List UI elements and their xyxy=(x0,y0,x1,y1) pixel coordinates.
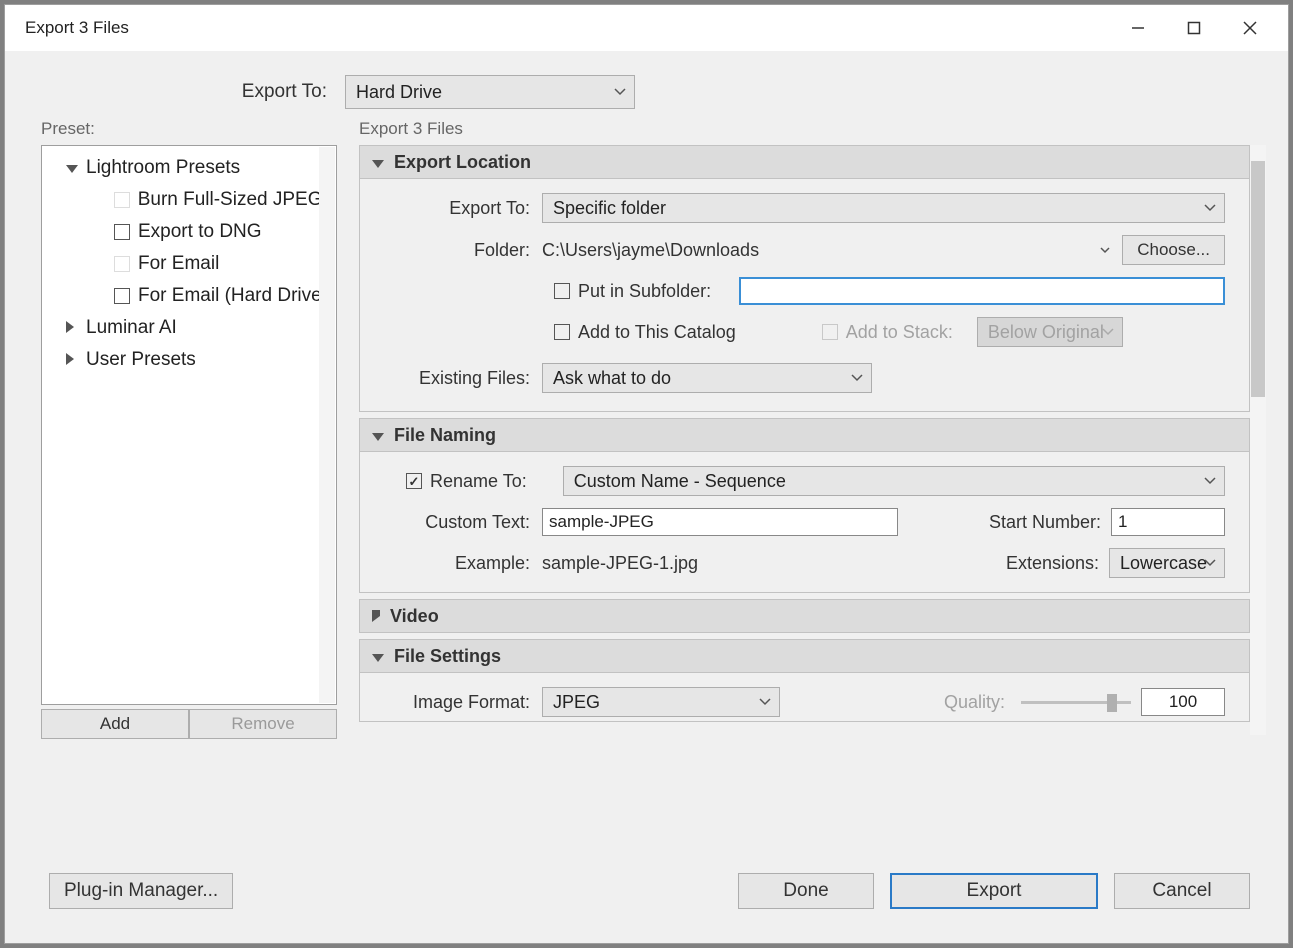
section-file-settings-body: Image Format: JPEG Quality: xyxy=(359,673,1250,722)
chevron-down-icon xyxy=(1204,204,1216,212)
window-title: Export 3 Files xyxy=(25,18,1110,38)
stack-select: Below Original xyxy=(977,317,1123,347)
put-subfolder-label: Put in Subfolder: xyxy=(578,281,711,302)
close-button[interactable] xyxy=(1222,5,1278,51)
checkbox-icon[interactable] xyxy=(114,224,130,240)
section-export-location-body: Export To: Specific folder Folder: C:\Us… xyxy=(359,179,1250,412)
subfolder-input[interactable] xyxy=(739,277,1225,305)
chevron-down-icon xyxy=(614,88,626,96)
add-catalog-label: Add to This Catalog xyxy=(578,322,736,343)
done-button[interactable]: Done xyxy=(738,873,874,909)
preset-item-export-dng[interactable]: Export to DNG xyxy=(66,216,332,248)
folder-dropdown-icon[interactable] xyxy=(1100,241,1110,259)
triangle-down-icon xyxy=(372,152,384,173)
start-number-input[interactable] xyxy=(1111,508,1225,536)
rename-to-checkbox[interactable] xyxy=(406,473,422,489)
quality-label: Quality: xyxy=(944,692,1005,713)
add-stack-checkbox xyxy=(822,324,838,340)
add-stack-label: Add to Stack: xyxy=(846,322,953,343)
example-value: sample-JPEG-1.jpg xyxy=(542,553,698,574)
section-title: File Naming xyxy=(394,425,496,446)
custom-text-label: Custom Text: xyxy=(384,512,542,533)
checkbox-icon[interactable] xyxy=(114,288,130,304)
section-title: Export Location xyxy=(394,152,531,173)
section-title: File Settings xyxy=(394,646,501,667)
el-folder-label: Folder: xyxy=(384,240,542,261)
existing-files-label: Existing Files: xyxy=(384,368,542,389)
example-label: Example: xyxy=(384,553,542,574)
el-export-to-label: Export To: xyxy=(384,198,542,219)
section-title: Video xyxy=(390,606,439,627)
cancel-button[interactable]: Cancel xyxy=(1114,873,1250,909)
section-file-naming-header[interactable]: File Naming xyxy=(359,418,1250,452)
chevron-down-icon xyxy=(759,698,771,706)
preset-scrollbar[interactable] xyxy=(319,147,335,703)
start-number-label: Start Number: xyxy=(989,512,1101,533)
export-to-label: Export To: xyxy=(5,81,345,103)
remove-preset-button[interactable]: Remove xyxy=(189,709,337,739)
preset-group-luminar[interactable]: Luminar AI xyxy=(66,312,332,344)
minimize-button[interactable] xyxy=(1110,5,1166,51)
export-button[interactable]: Export xyxy=(890,873,1098,909)
checkbox-icon[interactable] xyxy=(114,192,130,208)
preset-label: Preset: xyxy=(41,119,341,139)
existing-files-select[interactable]: Ask what to do xyxy=(542,363,872,393)
scrollbar-thumb[interactable] xyxy=(1251,161,1265,397)
export-to-select[interactable]: Hard Drive xyxy=(345,75,635,109)
custom-text-input[interactable] xyxy=(542,508,898,536)
quality-slider[interactable] xyxy=(1021,692,1131,712)
el-folder-path: C:\Users\jayme\Downloads xyxy=(542,240,1094,261)
preset-group-lightroom[interactable]: Lightroom Presets xyxy=(66,152,332,184)
checkbox-icon[interactable] xyxy=(114,256,130,272)
put-subfolder-checkbox[interactable] xyxy=(554,283,570,299)
preset-item-for-email-hd[interactable]: For Email (Hard Drive) xyxy=(66,280,332,312)
triangle-down-icon xyxy=(372,425,384,446)
right-subtitle: Export 3 Files xyxy=(359,119,1266,139)
preset-item-for-email[interactable]: For Email xyxy=(66,248,332,280)
section-video-header[interactable]: Video xyxy=(359,599,1250,633)
section-file-naming-body: Rename To: Custom Name - Sequence Custom… xyxy=(359,452,1250,593)
titlebar: Export 3 Files xyxy=(5,5,1288,51)
add-preset-button[interactable]: Add xyxy=(41,709,189,739)
preset-list[interactable]: Lightroom Presets Burn Full-Sized JPEGs … xyxy=(41,145,337,705)
section-export-location-header[interactable]: Export Location xyxy=(359,145,1250,179)
choose-folder-button[interactable]: Choose... xyxy=(1122,235,1225,265)
el-export-to-select[interactable]: Specific folder xyxy=(542,193,1225,223)
chevron-down-icon xyxy=(1204,559,1216,567)
triangle-down-icon xyxy=(66,161,80,176)
image-format-select[interactable]: JPEG xyxy=(542,687,780,717)
preset-group-user[interactable]: User Presets xyxy=(66,344,332,376)
export-to-value: Hard Drive xyxy=(356,82,442,103)
extensions-label: Extensions: xyxy=(1006,553,1099,574)
image-format-label: Image Format: xyxy=(384,692,542,713)
maximize-button[interactable] xyxy=(1166,5,1222,51)
plugin-manager-button[interactable]: Plug-in Manager... xyxy=(49,873,233,909)
triangle-right-icon xyxy=(66,321,80,336)
extensions-select[interactable]: Lowercase xyxy=(1109,548,1225,578)
chevron-down-icon xyxy=(1102,328,1114,336)
add-catalog-checkbox[interactable] xyxy=(554,324,570,340)
section-file-settings-header[interactable]: File Settings xyxy=(359,639,1250,673)
chevron-down-icon xyxy=(1204,477,1216,485)
rename-to-select[interactable]: Custom Name - Sequence xyxy=(563,466,1225,496)
preset-item-burn-jpegs[interactable]: Burn Full-Sized JPEGs xyxy=(66,184,332,216)
rename-to-label: Rename To: xyxy=(430,471,527,492)
chevron-down-icon xyxy=(851,374,863,382)
triangle-right-icon xyxy=(372,606,380,627)
triangle-down-icon xyxy=(372,646,384,667)
triangle-right-icon xyxy=(66,353,80,368)
quality-input[interactable] xyxy=(1141,688,1225,716)
